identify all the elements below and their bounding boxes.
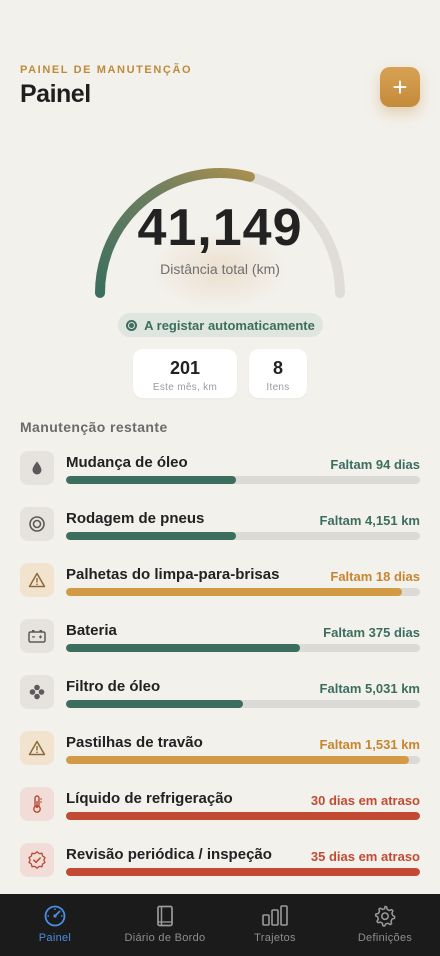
maintenance-item-tire-rotation[interactable]: Rodagem de pneus Faltam 4,151 km: [0, 507, 440, 563]
item-progress-track: [66, 868, 420, 876]
warning-icon: [20, 731, 54, 765]
total-distance-label: Distância total (km): [160, 261, 280, 277]
tab-label: Diário de Bordo: [124, 932, 206, 944]
thermometer-icon: [20, 787, 54, 821]
month-distance-card: 201 Este mês, km: [133, 349, 237, 398]
gear-icon: [374, 905, 396, 927]
dashboard-screen: PAINEL DE MANUTENÇÃO Painel + 41,149 Dis…: [0, 0, 440, 956]
tab-label: Definições: [357, 932, 413, 944]
item-name: Revisão periódica / inspeção: [66, 846, 272, 863]
month-distance-label: Este mês, km: [152, 382, 218, 393]
item-progress-track: [66, 700, 420, 708]
item-remaining: Faltam 375 dias: [323, 625, 420, 640]
item-progress-track: [66, 644, 420, 652]
badge-check-icon: [20, 843, 54, 877]
item-name: Líquido de refrigeração: [66, 790, 233, 807]
item-name: Palhetas do limpa-para-brisas: [66, 566, 280, 583]
page-title: Painel: [20, 80, 91, 108]
maintenance-list: Mudança de óleo Faltam 94 dias Rodagem d…: [0, 451, 440, 899]
item-name: Rodagem de pneus: [66, 510, 205, 527]
item-remaining: Faltam 5,031 km: [319, 681, 420, 696]
maintenance-item-inspection[interactable]: Revisão periódica / inspeção 35 dias em …: [0, 843, 440, 899]
oil-drop-icon: [20, 451, 54, 485]
status-text: A registar automaticamente: [144, 317, 315, 333]
item-name: Mudança de óleo: [66, 454, 188, 471]
item-progress-fill: [66, 868, 420, 876]
tab-label: Trajetos: [254, 932, 296, 944]
item-progress-fill: [66, 812, 420, 820]
tab-bar: Painel Diário de Bordo Trajetos Definiçõ…: [0, 894, 440, 956]
maintenance-item-battery[interactable]: Bateria Faltam 375 dias: [0, 619, 440, 675]
item-progress-fill: [66, 700, 243, 708]
warning-icon: [20, 563, 54, 597]
tire-icon: [20, 507, 54, 541]
items-count-value: 8: [272, 358, 283, 378]
filter-icon: [20, 675, 54, 709]
maintenance-item-brake-pads[interactable]: Pastilhas de travão Faltam 1,531 km: [0, 731, 440, 787]
add-button[interactable]: +: [380, 67, 420, 107]
item-name: Bateria: [66, 622, 117, 639]
item-progress-track: [66, 588, 420, 596]
items-count-card: 8 Itens: [249, 349, 307, 398]
item-progress-fill: [66, 532, 236, 540]
tab-dashboard[interactable]: Painel: [0, 894, 110, 956]
item-progress-fill: [66, 756, 410, 764]
item-remaining: Faltam 4,151 km: [319, 513, 420, 528]
item-progress-fill: [66, 476, 236, 484]
record-icon: [126, 319, 138, 331]
item-remaining: Faltam 94 dias: [330, 457, 420, 472]
item-progress-fill: [66, 588, 403, 596]
total-distance-value: 41,149: [137, 199, 303, 257]
tab-trips[interactable]: Trajetos: [220, 894, 330, 956]
tab-label: Painel: [38, 932, 72, 944]
item-remaining: 35 dias em atraso: [310, 849, 420, 864]
item-progress-track: [66, 476, 420, 484]
bar-chart-icon: [262, 905, 288, 926]
page-eyebrow: PAINEL DE MANUTENÇÃO: [20, 64, 193, 76]
item-progress-track: [66, 756, 420, 764]
item-progress-track: [66, 532, 420, 540]
items-count-label: Itens: [266, 382, 290, 393]
tab-logbook[interactable]: Diário de Bordo: [110, 894, 220, 956]
maintenance-item-coolant[interactable]: Líquido de refrigeração 30 dias em atras…: [0, 787, 440, 843]
item-name: Pastilhas de travão: [66, 734, 203, 751]
item-remaining: Faltam 18 dias: [330, 569, 420, 584]
item-remaining: Faltam 1,531 km: [319, 737, 420, 752]
auto-logging-status[interactable]: A registar automaticamente: [118, 313, 323, 337]
item-name: Filtro de óleo: [66, 678, 161, 695]
maintenance-item-oil-change[interactable]: Mudança de óleo Faltam 94 dias: [0, 451, 440, 507]
book-icon: [157, 905, 173, 927]
maintenance-item-oil-filter[interactable]: Filtro de óleo Faltam 5,031 km: [0, 675, 440, 731]
maintenance-item-wipers[interactable]: Palhetas do limpa-para-brisas Faltam 18 …: [0, 563, 440, 619]
gauge-icon: [44, 905, 66, 927]
item-remaining: 30 dias em atraso: [310, 793, 420, 808]
item-progress-track: [66, 812, 420, 820]
section-title: Manutenção restante: [20, 419, 168, 435]
battery-icon: [20, 619, 54, 653]
plus-icon: +: [392, 72, 408, 102]
month-distance-value: 201: [169, 358, 201, 378]
tab-settings[interactable]: Definições: [330, 894, 440, 956]
item-progress-fill: [66, 644, 300, 652]
